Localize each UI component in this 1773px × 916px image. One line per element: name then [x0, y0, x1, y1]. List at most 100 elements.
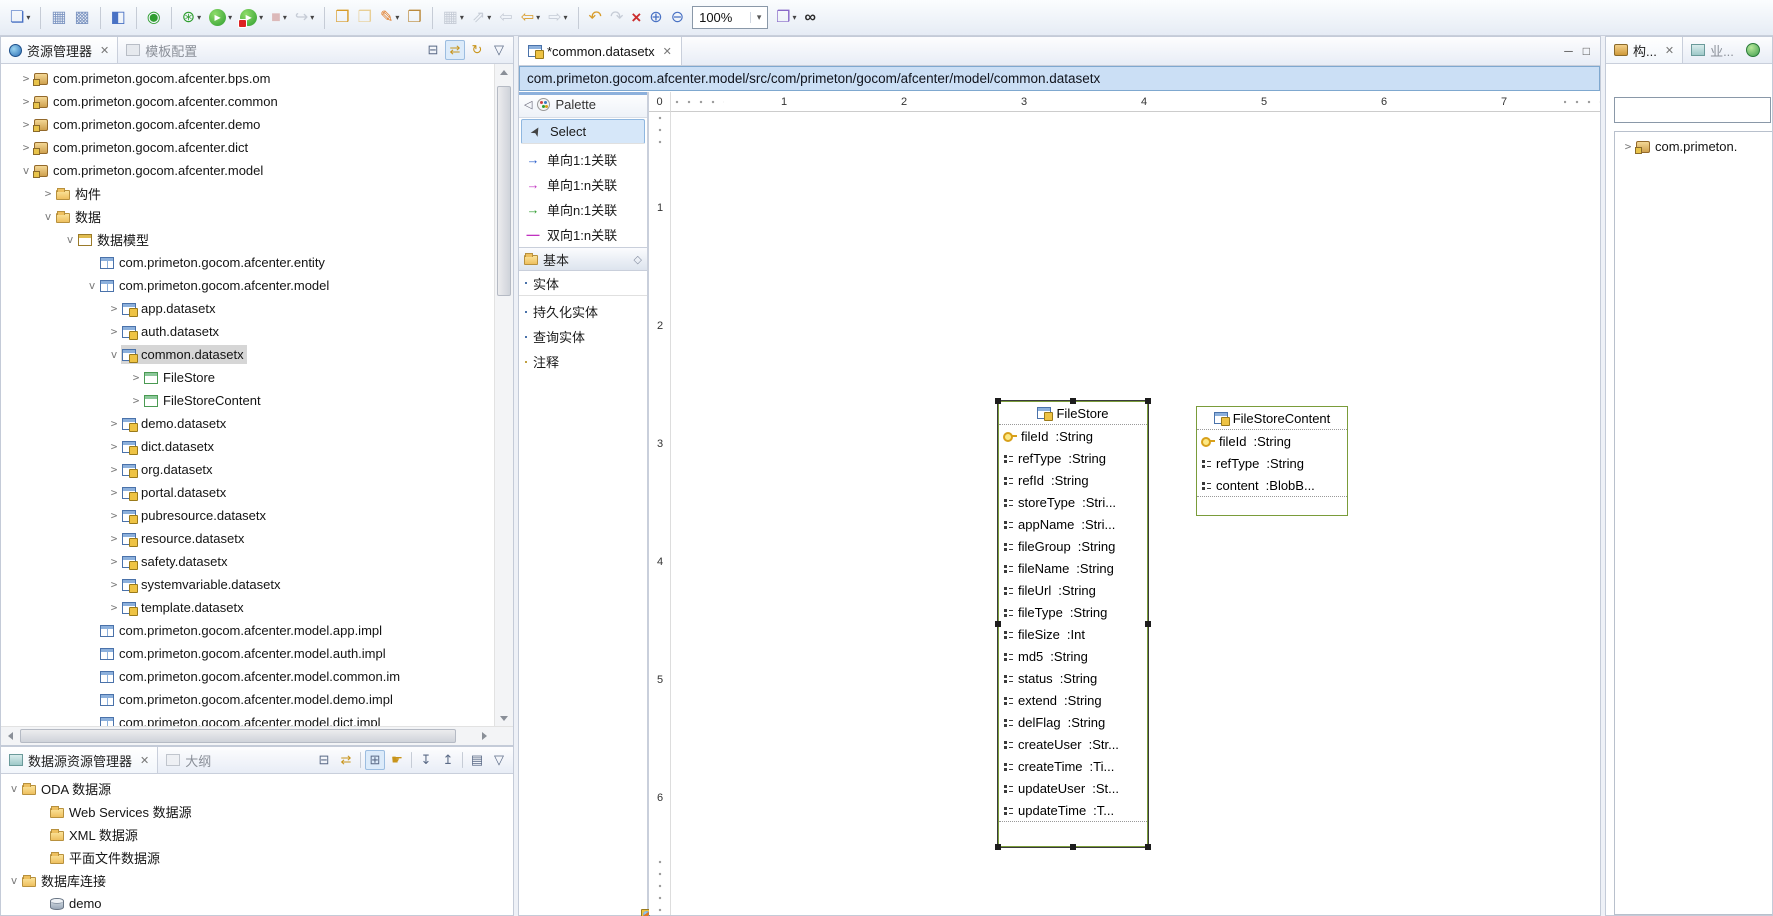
expand-arrow-icon[interactable]: > [19, 141, 33, 154]
connect-button[interactable]: ☛ [387, 750, 407, 770]
entity-tool[interactable]: 实体 [519, 271, 647, 296]
new-wizard-icon[interactable]: ❏ ▾ [7, 5, 33, 31]
tab-business[interactable]: 业... [1683, 37, 1742, 63]
chevron-down-icon[interactable]: ▾ [564, 13, 568, 22]
import-button[interactable]: ↧ [416, 750, 436, 770]
collapse-all-button[interactable]: ⊟ [314, 750, 334, 770]
last-edit-location-icon[interactable]: ⇦ [496, 5, 515, 31]
entity-field[interactable]: appName :Stri... [999, 513, 1147, 535]
entity-field[interactable]: refType :String [999, 447, 1147, 469]
view-menu-button[interactable]: ▽ [489, 40, 509, 60]
collapse-palette-icon[interactable]: ◁ [524, 98, 532, 111]
annotation-tool[interactable]: 注释 [519, 349, 647, 374]
zoom-in-icon[interactable]: ⊕ [646, 5, 665, 31]
tree-item[interactable]: com.primeton.gocom.afcenter.model.dict.i… [1, 711, 494, 726]
expand-arrow-icon[interactable]: > [107, 601, 121, 614]
entity-field[interactable]: updateUser :St... [999, 777, 1147, 799]
horizontal-scrollbar[interactable] [1, 726, 513, 745]
view-menu-button[interactable]: ▽ [489, 750, 509, 770]
chevron-down-icon[interactable]: ▾ [487, 13, 491, 22]
resize-handle[interactable] [1070, 844, 1076, 850]
tab-resource-explorer[interactable]: 资源管理器 ✕ [1, 37, 118, 63]
format-icon[interactable]: ✎ ▾ [377, 5, 402, 31]
entity-field[interactable]: createTime :Ti... [999, 755, 1147, 777]
tree-item[interactable]: > com.primeton.gocom.afcenter.common [1, 90, 494, 113]
pin-icon[interactable]: ◇ [634, 253, 642, 266]
expand-arrow-icon[interactable]: v [85, 279, 99, 292]
entity-field[interactable]: fileUrl :String [999, 579, 1147, 601]
tree-item[interactable]: v ODA 数据源 [1, 777, 513, 800]
chevron-down-icon[interactable]: ▾ [395, 13, 399, 22]
entity-header[interactable]: FileStoreContent [1197, 407, 1347, 430]
entity-field[interactable]: fileType :String [999, 601, 1147, 623]
entity-field[interactable]: content :BlobB... [1197, 474, 1347, 496]
expand-arrow-icon[interactable]: > [107, 486, 121, 499]
expand-arrow-icon[interactable]: > [1621, 140, 1635, 153]
tree-item[interactable]: > resource.datasetx [1, 527, 494, 550]
refresh-button[interactable]: ↻ [467, 40, 487, 60]
tree-item[interactable]: v 数据 [1, 205, 494, 228]
entity-field[interactable]: fileId :String [999, 425, 1147, 447]
tree-item[interactable]: > FileStoreContent [1, 389, 494, 412]
expand-arrow-icon[interactable]: > [107, 532, 121, 545]
tree-item[interactable]: > com.primeton.gocom.afcenter.demo [1, 113, 494, 136]
expand-arrow-icon[interactable]: > [19, 95, 33, 108]
tree-item[interactable]: > FileStore [1, 366, 494, 389]
back-icon[interactable]: ⇦ ▾ [518, 5, 543, 31]
tree-item[interactable]: > pubresource.datasetx [1, 504, 494, 527]
forward-icon[interactable]: ⇨ ▾ [545, 5, 570, 31]
vertical-scrollbar[interactable] [494, 64, 513, 726]
chevron-down-icon[interactable]: ▾ [197, 13, 201, 22]
resize-handle[interactable] [1070, 398, 1076, 404]
tab-template-config[interactable]: 模板配置 [118, 37, 205, 63]
resize-handle[interactable] [995, 621, 1001, 627]
persistent-entity-tool[interactable]: 持久化实体 [519, 299, 647, 324]
tree-item[interactable]: > portal.datasetx [1, 481, 494, 504]
relation-many-to-one-tool[interactable]: → 单向n:1关联 [519, 197, 647, 222]
expand-arrow-icon[interactable]: > [107, 417, 121, 430]
chevron-down-icon[interactable]: ▾ [750, 12, 767, 23]
entity-field[interactable]: refId :String [999, 469, 1147, 491]
relation-bidirectional-tool[interactable]: — 双向1:n关联 [519, 222, 647, 247]
tree-item[interactable]: > org.datasetx [1, 458, 494, 481]
toolbar-button[interactable] [432, 7, 433, 29]
palette-drawer-basic[interactable]: 基本 ◇ [519, 247, 647, 271]
maximize-button[interactable]: □ [1583, 44, 1590, 58]
tab-outline[interactable]: 大纲 [158, 747, 219, 773]
undo-icon[interactable]: ↶ [586, 5, 605, 31]
relation-one-to-many-tool[interactable]: → 单向1:n关联 [519, 172, 647, 197]
palette-header[interactable]: ◁ Palette [519, 92, 647, 118]
scroll-down-icon[interactable] [495, 710, 513, 726]
toolbar-button[interactable] [171, 7, 172, 29]
folder-icon[interactable]: ❒ [355, 5, 375, 31]
entity-field[interactable]: refType :String [1197, 452, 1347, 474]
expand-arrow-icon[interactable]: > [41, 187, 55, 200]
step-icon[interactable]: ↪ ▾ [292, 5, 317, 31]
scroll-up-icon[interactable] [495, 64, 513, 80]
delete-icon[interactable]: × [628, 5, 644, 31]
expand-arrow-icon[interactable]: > [129, 394, 143, 407]
entity-field[interactable]: storeType :Stri... [999, 491, 1147, 513]
tree-item[interactable]: > safety.datasetx [1, 550, 494, 573]
tree-item[interactable]: com.primeton.gocom.afcenter.entity [1, 251, 494, 274]
tree-item[interactable]: 平面文件数据源 [1, 846, 513, 869]
expand-arrow-icon[interactable]: v [41, 210, 55, 223]
entity-field[interactable]: updateTime :T... [999, 799, 1147, 821]
tree-item[interactable]: v 数据库连接 [1, 869, 513, 892]
chevron-down-icon[interactable]: ▾ [228, 13, 232, 22]
tree-item[interactable]: v common.datasetx [1, 343, 494, 366]
close-icon[interactable]: ✕ [140, 754, 149, 767]
tree-item[interactable]: > demo.datasetx [1, 412, 494, 435]
zoom-out-icon[interactable]: ⊖ [668, 5, 687, 31]
search-icon[interactable]: ∞ [801, 5, 818, 31]
breadcrumb[interactable]: com.primeton.gocom.afcenter.model/src/co… [519, 66, 1600, 91]
tree-item[interactable]: > app.datasetx [1, 297, 494, 320]
zoom-level-combo[interactable]: 100% ▾ [692, 6, 768, 29]
expand-arrow-icon[interactable]: > [129, 371, 143, 384]
minimize-button[interactable]: ─ [1564, 44, 1573, 58]
entity-header[interactable]: FileStore [999, 402, 1147, 425]
toolbar-button[interactable] [100, 7, 101, 29]
close-icon[interactable]: ✕ [100, 44, 109, 57]
resize-handle[interactable] [1145, 621, 1151, 627]
link-with-editor-button[interactable]: ⇄ [336, 750, 356, 770]
